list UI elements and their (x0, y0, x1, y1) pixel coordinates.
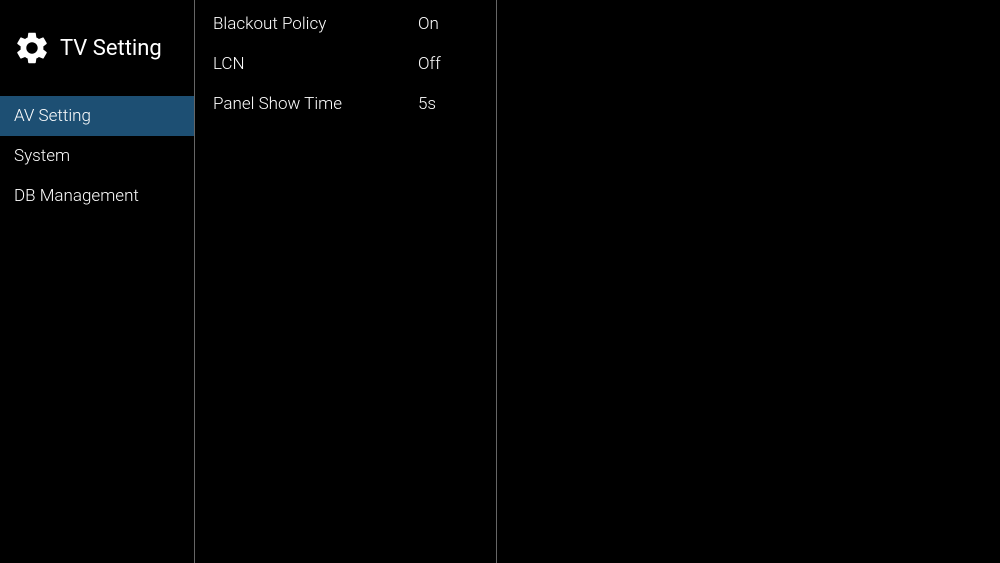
option-panel-show-time[interactable]: Panel Show Time 5s (195, 84, 496, 124)
option-value: On (418, 14, 478, 34)
detail-panel (497, 0, 1000, 563)
gear-icon (12, 28, 52, 68)
sidebar: TV Setting AV Setting System DB Manageme… (0, 0, 195, 563)
sidebar-item-label: System (14, 146, 70, 166)
sidebar-item-av-setting[interactable]: AV Setting (0, 96, 194, 136)
option-label: Blackout Policy (213, 14, 418, 34)
option-value: Off (418, 54, 478, 74)
page-title: TV Setting (60, 36, 162, 61)
sidebar-menu: AV Setting System DB Management (0, 96, 194, 216)
header: TV Setting (0, 0, 194, 96)
option-label: Panel Show Time (213, 94, 418, 114)
sidebar-item-label: AV Setting (14, 106, 91, 126)
content-panel: Blackout Policy On LCN Off Panel Show Ti… (195, 0, 497, 563)
option-blackout-policy[interactable]: Blackout Policy On (195, 4, 496, 44)
sidebar-item-label: DB Management (14, 186, 139, 206)
option-value: 5s (418, 94, 478, 114)
sidebar-item-db-management[interactable]: DB Management (0, 176, 194, 216)
sidebar-item-system[interactable]: System (0, 136, 194, 176)
option-label: LCN (213, 54, 418, 74)
option-lcn[interactable]: LCN Off (195, 44, 496, 84)
